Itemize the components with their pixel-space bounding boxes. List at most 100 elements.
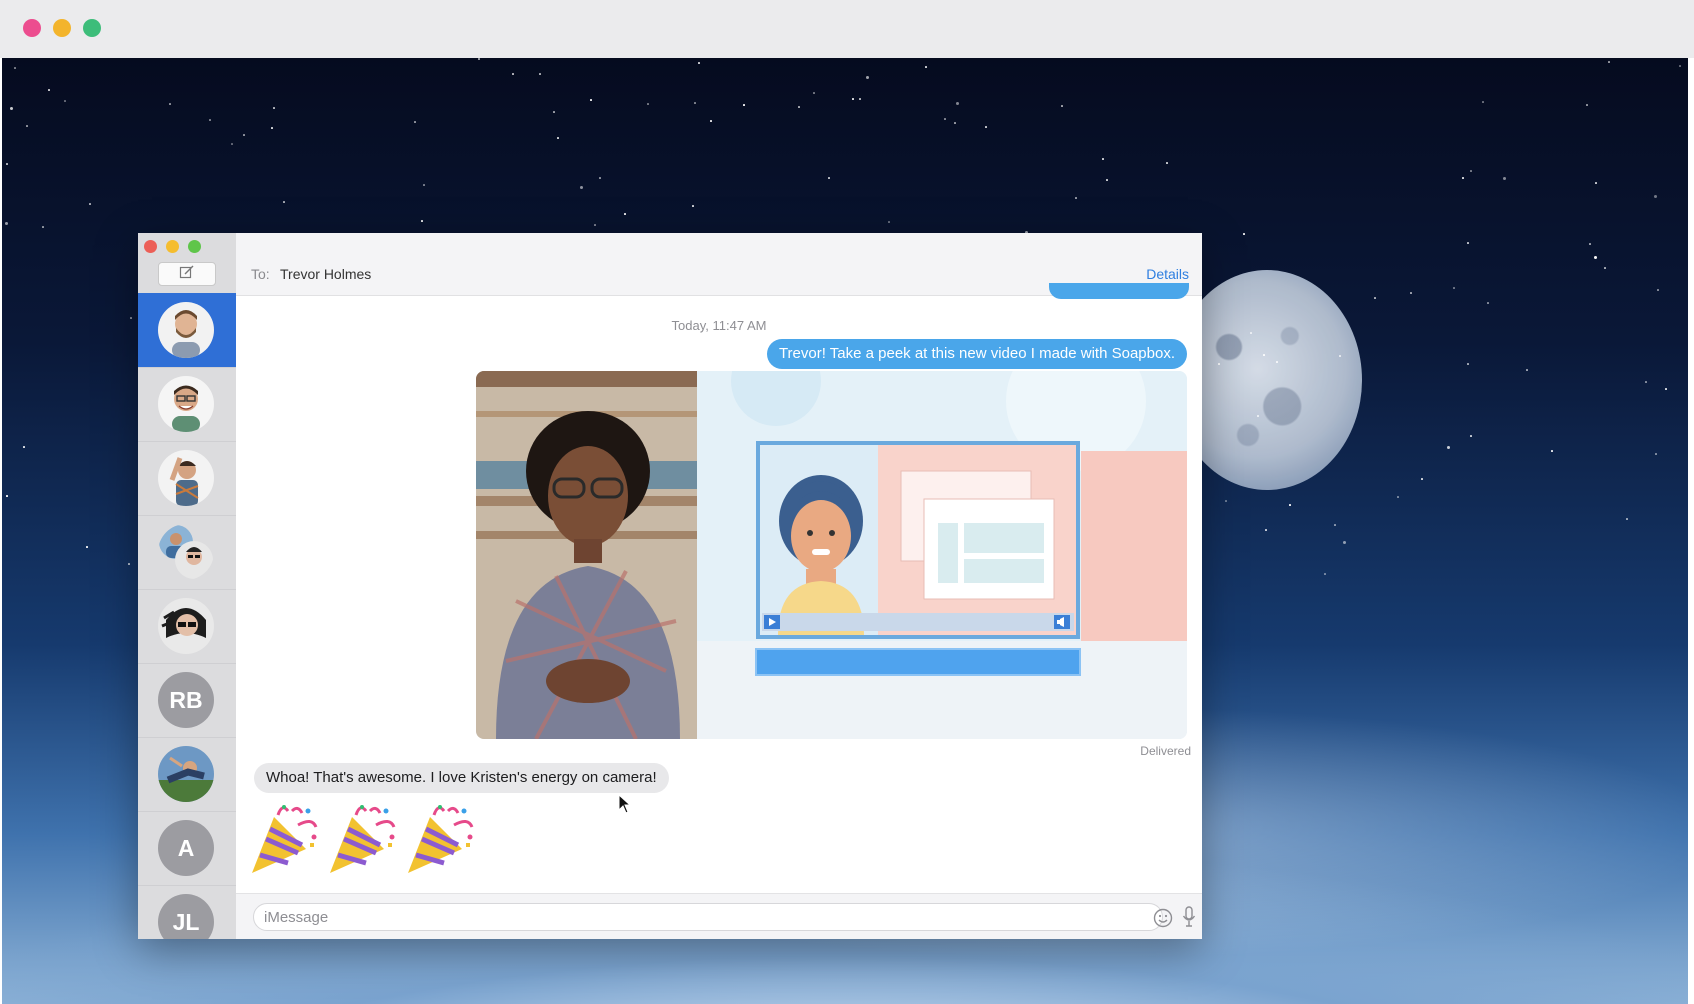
conversation-item[interactable]: [138, 441, 236, 516]
delivery-status: Delivered: [1140, 744, 1191, 758]
avatar-initials: A: [158, 820, 214, 876]
avatar-initials: JL: [158, 894, 214, 939]
conversation-sidebar: RB A JL: [138, 233, 236, 939]
star: [1470, 435, 1472, 437]
star: [1586, 104, 1588, 106]
to-label: To:: [251, 266, 270, 282]
star: [710, 120, 712, 122]
star: [209, 119, 211, 121]
conversation-item[interactable]: [138, 737, 236, 812]
star: [6, 163, 8, 165]
conversation-item[interactable]: A: [138, 811, 236, 886]
outgoing-message[interactable]: Trevor! Take a peek at this new video I …: [766, 339, 1187, 369]
recipient-name[interactable]: Trevor Holmes: [280, 266, 371, 282]
star: [925, 66, 927, 68]
star: [5, 222, 8, 225]
star: [553, 111, 555, 113]
star: [512, 73, 514, 75]
star: [423, 184, 425, 186]
star: [169, 103, 171, 105]
conversation-item[interactable]: RB: [138, 663, 236, 738]
star: [1447, 446, 1450, 449]
details-link[interactable]: Details: [1146, 266, 1189, 282]
browser-minimize-button[interactable]: [53, 19, 71, 37]
previous-message-bubble: [1049, 283, 1189, 299]
browser-chrome: [0, 0, 1694, 58]
compose-button[interactable]: [158, 262, 216, 286]
emoji-reaction-row[interactable]: [248, 803, 476, 885]
star: [692, 205, 694, 207]
star: [1467, 363, 1469, 365]
star: [86, 546, 88, 548]
star: [414, 121, 416, 123]
star: [1075, 197, 1077, 199]
star: [944, 118, 946, 120]
star: [243, 134, 245, 136]
browser-zoom-button[interactable]: [83, 19, 101, 37]
star: [1410, 292, 1412, 294]
star: [1595, 182, 1597, 184]
star: [1467, 242, 1469, 244]
microphone-icon[interactable]: [1182, 906, 1196, 933]
window-zoom-button[interactable]: [188, 240, 201, 253]
star: [26, 125, 28, 127]
star: [14, 67, 16, 69]
star: [1655, 453, 1657, 455]
star: [594, 224, 596, 226]
star: [1263, 354, 1265, 356]
star: [1257, 415, 1259, 417]
video-thumbnail: [476, 371, 1187, 739]
star: [1657, 289, 1659, 291]
star: [1645, 381, 1647, 383]
conversation-pane: To: Trevor Holmes Details Today, 11:47 A…: [236, 233, 1202, 939]
message-input-bar: [236, 893, 1202, 939]
conversation-item-trevor[interactable]: [138, 293, 236, 368]
conversation-item[interactable]: [138, 589, 236, 664]
star: [128, 563, 130, 565]
incoming-message[interactable]: Whoa! That's awesome. I love Kristen's e…: [254, 763, 669, 793]
star: [1289, 504, 1291, 506]
star: [1102, 158, 1104, 160]
star: [1343, 541, 1346, 544]
star: [743, 104, 745, 106]
star: [1679, 65, 1681, 67]
smiley-icon[interactable]: [1153, 908, 1173, 933]
avatar: [158, 376, 214, 432]
star: [954, 122, 956, 124]
star: [273, 107, 275, 109]
star: [1421, 478, 1423, 480]
star: [985, 126, 987, 128]
star: [1106, 179, 1108, 181]
star: [1482, 101, 1484, 103]
star: [89, 203, 91, 205]
star: [283, 201, 285, 203]
star: [130, 317, 132, 319]
conversation-item[interactable]: JL: [138, 885, 236, 939]
star: [23, 446, 25, 448]
video-attachment[interactable]: [476, 371, 1187, 739]
star: [1276, 361, 1278, 363]
imessage-input[interactable]: [253, 903, 1163, 931]
star: [580, 186, 583, 189]
conversation-item[interactable]: [138, 367, 236, 442]
star: [1665, 388, 1667, 390]
star: [647, 103, 649, 105]
star: [48, 89, 50, 91]
star: [64, 100, 66, 102]
star: [1453, 287, 1455, 289]
star: [852, 98, 854, 100]
window-close-button[interactable]: [144, 240, 157, 253]
star: [1470, 170, 1472, 172]
conversation-item-group[interactable]: [138, 515, 236, 590]
star: [271, 127, 273, 129]
star: [1551, 450, 1553, 452]
window-minimize-button[interactable]: [166, 240, 179, 253]
star: [10, 107, 13, 110]
avatar: [158, 746, 214, 802]
star: [599, 177, 601, 179]
browser-close-button[interactable]: [23, 19, 41, 37]
star: [590, 99, 592, 101]
star: [1594, 256, 1597, 259]
star: [866, 76, 869, 79]
avatar: [158, 450, 214, 506]
